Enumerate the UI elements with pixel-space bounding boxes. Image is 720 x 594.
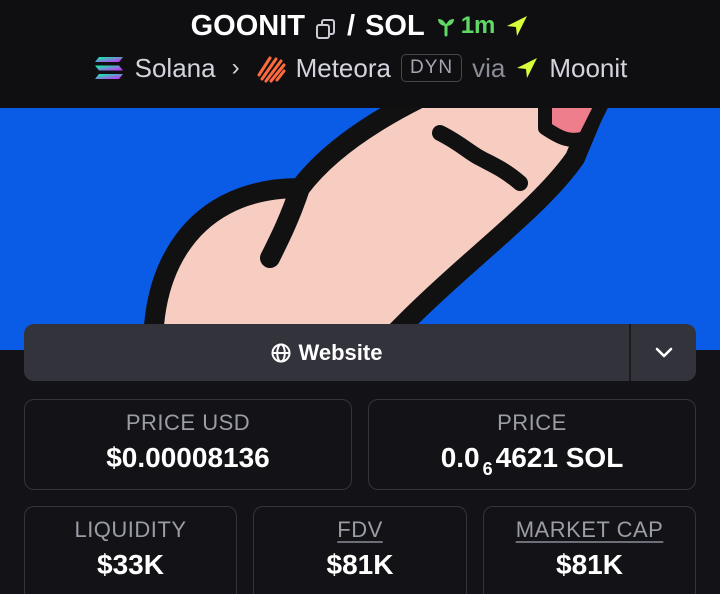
token-symbol: GOONIT	[190, 9, 305, 42]
pair-title: GOONIT / SOL 1m	[0, 6, 720, 46]
moonit-arrow-icon	[507, 16, 528, 36]
price-digits: 4621	[495, 442, 558, 473]
liquidity-value: $33K	[97, 549, 164, 580]
website-label: Website	[298, 339, 383, 365]
fdv-card[interactable]: FDV $81K	[253, 506, 467, 594]
pair-age-text: 1m	[460, 12, 496, 39]
launchpad-name[interactable]: Moonit	[549, 53, 627, 84]
solana-logo	[94, 57, 123, 79]
website-row: Website	[24, 324, 696, 381]
price-native-label: PRICE	[497, 410, 567, 435]
copy-icon[interactable]	[315, 15, 337, 39]
links-dropdown-button[interactable]	[629, 324, 696, 381]
price-usd-label: PRICE USD	[125, 410, 251, 435]
market-cap-card[interactable]: MARKET CAP $81K	[483, 506, 696, 594]
price-prefix: 0.0	[440, 442, 480, 473]
market-cap-value: $81K	[556, 549, 623, 580]
dex-name[interactable]: Meteora	[296, 53, 391, 84]
website-button[interactable]: Website	[24, 324, 629, 381]
pair-header: GOONIT / SOL 1m Solana › Meteora DYN via…	[0, 0, 720, 108]
sprout-icon	[437, 19, 454, 37]
price-native-value: 0.0 6 4621 SOL	[369, 442, 695, 479]
price-usd-card: PRICE USD $0.00008136	[24, 399, 352, 490]
pair-separator: /	[347, 9, 356, 42]
globe-icon	[271, 343, 291, 362]
price-unit: SOL	[565, 442, 624, 473]
pair-route: Solana › Meteora DYN via Moonit	[0, 48, 720, 88]
pool-type-badge: DYN	[400, 54, 463, 82]
market-cap-label[interactable]: MARKET CAP	[484, 517, 695, 543]
pair-age: 1m	[435, 12, 496, 40]
chevron-down-icon	[655, 347, 672, 357]
liquidity-card: LIQUIDITY $33K	[24, 506, 237, 594]
fdv-label[interactable]: FDV	[254, 517, 466, 543]
price-usd-value: $0.00008136	[106, 442, 270, 473]
via-label: via	[472, 52, 506, 83]
fdv-value: $81K	[326, 549, 394, 580]
token-banner-image	[0, 108, 720, 350]
price-zero-count: 6	[482, 459, 493, 479]
moonit-arrow-icon	[517, 58, 538, 78]
chain-name[interactable]: Solana	[135, 53, 216, 84]
chevron-right-icon: ›	[231, 54, 240, 81]
meteora-logo	[257, 56, 286, 83]
liquidity-label: LIQUIDITY	[74, 517, 187, 542]
quote-symbol: SOL	[365, 9, 425, 42]
price-native-card: PRICE 0.0 6 4621 SOL	[368, 399, 696, 490]
